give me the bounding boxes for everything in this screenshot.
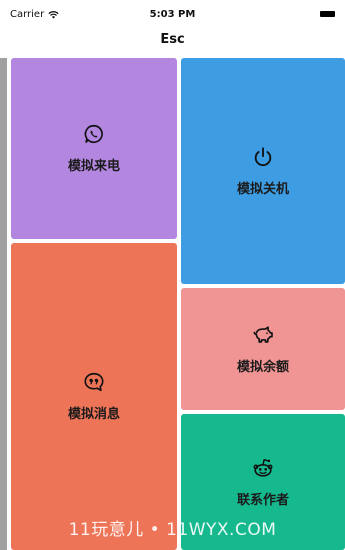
reddit-alien-icon <box>253 458 273 477</box>
status-bar: Carrier 5:03 PM <box>0 0 345 26</box>
simulate-call-tile[interactable]: 模拟来电 <box>11 58 177 239</box>
simulate-message-tile[interactable]: 模拟消息 <box>11 243 177 550</box>
simulate-message-label: 模拟消息 <box>67 407 120 422</box>
contact-author-label: 联系作者 <box>236 492 289 508</box>
quote-bubble-icon <box>84 372 104 392</box>
nav-title: Esc <box>160 32 185 47</box>
simulate-balance-tile[interactable]: 模拟余额 <box>181 288 345 410</box>
simulate-shutdown-label: 模拟关机 <box>236 181 289 197</box>
status-time: 5:03 PM <box>149 9 196 20</box>
whatsapp-phone-icon <box>84 124 103 144</box>
piggy-bank-icon <box>253 325 273 343</box>
battery-icon <box>320 11 335 17</box>
power-icon <box>254 146 272 166</box>
simulate-shutdown-tile[interactable]: 模拟关机 <box>181 58 345 284</box>
left-edge-strip <box>0 58 7 550</box>
simulate-balance-label: 模拟余额 <box>236 359 289 375</box>
contact-author-tile[interactable]: 联系作者 <box>181 414 345 550</box>
simulate-call-label: 模拟来电 <box>67 159 120 174</box>
